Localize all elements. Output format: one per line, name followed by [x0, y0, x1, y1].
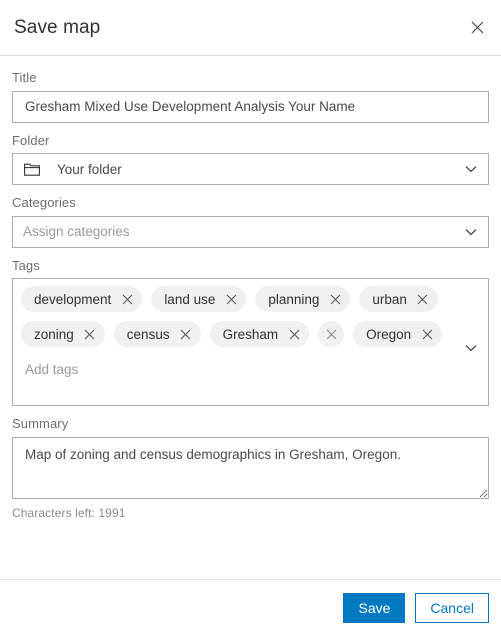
tag-chip[interactable]: urban: [359, 286, 438, 313]
categories-placeholder: Assign categories: [23, 224, 130, 240]
categories-label: Categories: [12, 195, 76, 211]
tag-remove-icon[interactable]: [179, 327, 193, 341]
tag-remove-icon[interactable]: [328, 292, 342, 306]
page-title: Save map: [14, 17, 101, 38]
tags-chevron-down-icon[interactable]: [464, 341, 478, 355]
tag-chip[interactable]: census: [113, 321, 201, 348]
tag-chip-label: Oregon: [366, 326, 412, 342]
folder-value: Your folder: [57, 161, 122, 177]
tag-chip-label: planning: [268, 291, 320, 307]
chevron-down-icon: [464, 162, 478, 176]
tag-chip[interactable]: development: [21, 286, 143, 313]
tag-chip[interactable]: zoning: [21, 321, 105, 348]
tag-remove-icon[interactable]: [420, 327, 434, 341]
tag-chip-label: zoning: [34, 326, 74, 342]
tag-chip-label: census: [126, 326, 170, 342]
categories-field-group: Categories Assign categories: [12, 195, 489, 248]
folder-select[interactable]: Your folder: [12, 153, 489, 186]
close-button[interactable]: [464, 15, 490, 41]
dialog-footer: Save Cancel: [0, 579, 501, 635]
folder-field-group: Folder Your folder: [12, 133, 489, 186]
tag-remove-icon[interactable]: [224, 292, 238, 306]
summary-textarea[interactable]: [12, 436, 489, 499]
save-map-dialog: Save map Title Folder: [0, 0, 501, 635]
close-icon: [471, 21, 484, 34]
tag-chip[interactable]: [318, 321, 345, 348]
tags-input[interactable]: [21, 356, 480, 383]
tag-remove-icon[interactable]: [416, 292, 430, 306]
cancel-button[interactable]: Cancel: [415, 592, 489, 623]
tags-combobox[interactable]: development land use planning urban zoni…: [12, 278, 489, 407]
categories-select[interactable]: Assign categories: [12, 215, 489, 248]
characters-left-text: Characters left: 1991: [12, 505, 126, 520]
tag-chip[interactable]: Oregon: [353, 321, 443, 348]
tag-chip-label: development: [34, 291, 112, 307]
tag-chip-label: land use: [164, 291, 216, 307]
chevron-down-icon: [464, 225, 478, 239]
tag-chip-label: urban: [372, 291, 407, 307]
title-field-group: Title: [12, 70, 489, 123]
tag-chip[interactable]: Gresham: [209, 321, 310, 348]
tags-label: Tags: [12, 257, 40, 273]
summary-field-group: Summary Characters left: 1991: [12, 416, 489, 520]
tag-remove-icon[interactable]: [324, 327, 338, 341]
title-label: Title: [12, 70, 37, 85]
dialog-header: Save map: [0, 0, 501, 56]
save-button[interactable]: Save: [343, 592, 406, 623]
dialog-body: Title Folder Your folder: [0, 56, 501, 579]
summary-label: Summary: [12, 416, 69, 432]
folder-label: Folder: [12, 132, 50, 148]
title-input[interactable]: [12, 90, 489, 123]
folder-icon: [23, 160, 41, 178]
tags-field-group: Tags development land use planning urban…: [12, 258, 489, 407]
tag-remove-icon[interactable]: [83, 327, 97, 341]
tag-chip[interactable]: land use: [151, 286, 247, 313]
tag-chip-label: Gresham: [222, 326, 279, 342]
tag-remove-icon[interactable]: [287, 327, 301, 341]
tag-remove-icon[interactable]: [120, 292, 134, 306]
tag-chip[interactable]: planning: [255, 286, 351, 313]
